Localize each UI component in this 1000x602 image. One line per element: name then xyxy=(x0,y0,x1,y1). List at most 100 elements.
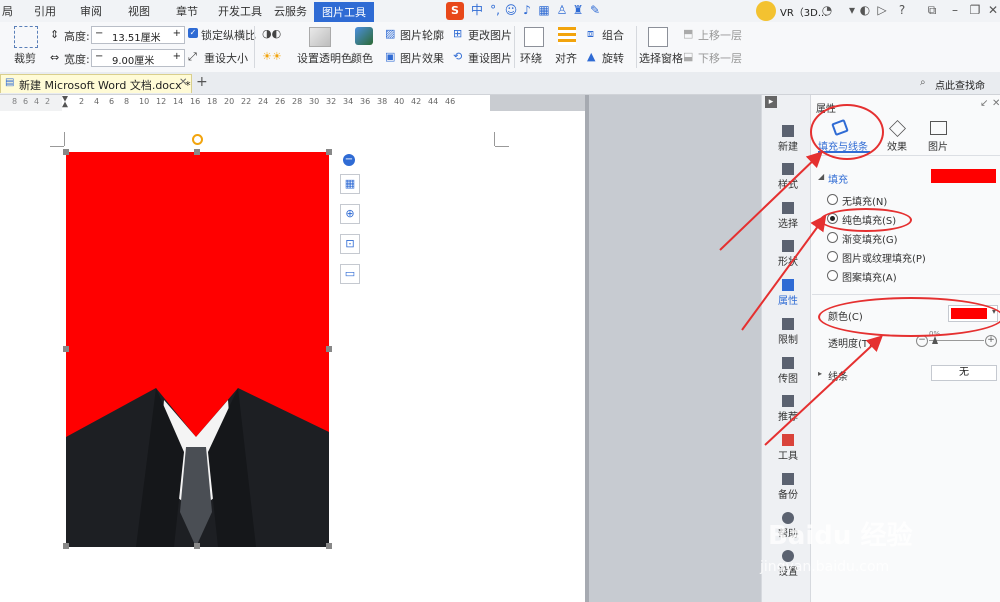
pane-dock-icon[interactable]: ↙ xyxy=(980,98,988,109)
new-icon xyxy=(782,125,794,137)
restore-icon[interactable]: ❐ xyxy=(968,3,982,17)
backup-icon xyxy=(782,473,794,485)
tab-review[interactable]: 审阅 xyxy=(80,3,102,19)
ruler-tick: 42 xyxy=(411,97,422,106)
align-icon[interactable] xyxy=(558,27,576,45)
resize-handle[interactable] xyxy=(326,346,332,352)
tab-view[interactable]: 视图 xyxy=(128,3,150,19)
ruler-tick: 20 xyxy=(224,97,235,106)
wrap-icon[interactable] xyxy=(524,27,544,47)
wrench-icon[interactable]: ✎ xyxy=(588,3,602,17)
resize-handle[interactable] xyxy=(326,543,332,549)
document-tab-title[interactable]: 新建 Microsoft Word 文档.docx * xyxy=(19,77,191,93)
search-command[interactable]: 点此查找命 xyxy=(935,77,985,92)
crop-tool-icon[interactable]: ⊡ xyxy=(340,234,360,254)
brightness-icon[interactable]: ◑◐ xyxy=(262,27,281,40)
rotate-handle-icon[interactable] xyxy=(192,134,203,145)
width-value[interactable]: 9.00厘米 xyxy=(112,52,154,67)
width-stepper[interactable]: − 9.00厘米 + xyxy=(91,49,185,67)
ruler-tick: 26 xyxy=(275,97,286,106)
color-button[interactable]: 颜色 xyxy=(351,50,373,66)
picture-settings-icon[interactable]: ▭ xyxy=(340,264,360,284)
tab-references[interactable]: 引用 xyxy=(34,3,56,19)
sogou-ime-icon[interactable]: S xyxy=(446,2,464,20)
bring-forward-button[interactable]: 上移一层 xyxy=(698,27,742,43)
share-icon[interactable]: ▷ xyxy=(875,3,889,17)
fullscreen-icon[interactable]: ⧉ xyxy=(925,3,939,17)
user-icon[interactable]: ♙ xyxy=(555,3,569,17)
picture-icon[interactable] xyxy=(930,121,947,135)
resize-handle[interactable] xyxy=(63,346,69,352)
resize-handle[interactable] xyxy=(63,543,69,549)
increase-height-button[interactable]: + xyxy=(173,28,181,39)
minimize-icon[interactable]: – xyxy=(948,3,962,17)
width-icon: ⇔ xyxy=(50,51,60,64)
tab-section[interactable]: 章节 xyxy=(176,3,198,19)
resize-handle[interactable] xyxy=(326,149,332,155)
selection-pane-button[interactable]: 选择窗格 xyxy=(639,50,683,66)
ruler-tick: 30 xyxy=(309,97,320,106)
close-icon[interactable]: ✕ xyxy=(986,3,1000,17)
tab-picture-tools[interactable]: 图片工具 xyxy=(314,2,374,22)
clock-icon[interactable]: ◔ xyxy=(820,3,834,17)
ruler-tick: 24 xyxy=(258,97,269,106)
ruler-tick: 8 xyxy=(124,97,130,106)
ruler-margin-right xyxy=(490,95,585,111)
zoom-icon[interactable]: ⊕ xyxy=(340,204,360,224)
align-button[interactable]: 对齐 xyxy=(555,50,577,66)
punctuation-icon[interactable]: °, xyxy=(488,3,502,17)
side-backup[interactable]: 备份 xyxy=(770,473,806,501)
send-backward-button[interactable]: 下移一层 xyxy=(698,50,742,66)
change-picture-button[interactable]: 更改图片 xyxy=(468,27,512,43)
emoji-icon[interactable]: ☺ xyxy=(504,3,518,17)
document-tab[interactable]: ▤ 新建 Microsoft Word 文档.docx * ✕ xyxy=(0,74,192,93)
chinese-mode-icon[interactable]: 中 xyxy=(470,3,484,17)
resize-handle[interactable] xyxy=(194,149,200,155)
rotate-button[interactable]: 旋转 xyxy=(602,50,624,66)
pane-close-icon[interactable]: ✕ xyxy=(992,98,1000,109)
contrast-icon[interactable]: ☀☀ xyxy=(262,50,282,63)
height-stepper[interactable]: − 13.51厘米 + xyxy=(91,26,185,44)
dropdown-icon[interactable]: ▾ xyxy=(845,3,859,17)
tab-developer[interactable]: 开发工具 xyxy=(218,3,262,19)
sync-icon[interactable]: ◐ xyxy=(858,3,872,17)
transparent-color-icon[interactable] xyxy=(309,27,331,47)
suit-picture[interactable] xyxy=(66,152,329,547)
microphone-icon[interactable]: ♪ xyxy=(520,3,534,17)
increase-width-button[interactable]: + xyxy=(173,51,181,62)
color-icon[interactable] xyxy=(355,27,373,45)
selection-pane-icon[interactable] xyxy=(648,27,668,47)
lock-ratio-checkbox[interactable]: ✓ xyxy=(188,28,198,38)
ruler-tick: 46 xyxy=(445,97,456,106)
transparent-color-button[interactable]: 设置透明色 xyxy=(297,50,352,66)
new-tab-icon[interactable]: + xyxy=(196,74,208,90)
picture-outline-button[interactable]: 图片轮廓 xyxy=(400,27,444,43)
lock-ratio-label[interactable]: 锁定纵横比 xyxy=(201,27,256,43)
decrease-height-button[interactable]: − xyxy=(95,28,103,39)
collapse-pane-icon[interactable]: ▸ xyxy=(765,96,777,108)
crop-button[interactable]: 裁剪 xyxy=(14,50,36,66)
tab-layout[interactable]: 局 xyxy=(2,3,13,19)
resize-handle[interactable] xyxy=(63,149,69,155)
collapse-icon[interactable]: − xyxy=(343,154,355,166)
help-icon[interactable]: ? xyxy=(895,3,909,17)
avatar[interactable] xyxy=(756,1,776,21)
picture-effects-button[interactable]: 图片效果 xyxy=(400,50,444,66)
close-tab-icon[interactable]: ✕ xyxy=(179,77,187,88)
ruler-tick: 28 xyxy=(292,97,303,106)
suit-picture-graphic xyxy=(66,152,329,547)
margin-mark xyxy=(50,146,64,147)
resize-handle[interactable] xyxy=(194,543,200,549)
reset-picture-button[interactable]: 重设图片 xyxy=(468,50,512,66)
crop-icon[interactable] xyxy=(14,26,38,48)
wrap-button[interactable]: 环绕 xyxy=(520,50,542,66)
ruler-tick: 16 xyxy=(190,97,201,106)
keyboard-icon[interactable]: ▦ xyxy=(537,3,551,17)
reset-size-button[interactable]: 重设大小 xyxy=(204,50,248,66)
skin-icon[interactable]: ♜ xyxy=(571,3,585,17)
layout-options-icon[interactable]: ▦ xyxy=(340,174,360,194)
group-button[interactable]: 组合 xyxy=(602,27,624,43)
decrease-width-button[interactable]: − xyxy=(95,51,103,62)
height-value[interactable]: 13.51厘米 xyxy=(112,29,161,44)
tab-cloud[interactable]: 云服务 xyxy=(274,3,307,19)
